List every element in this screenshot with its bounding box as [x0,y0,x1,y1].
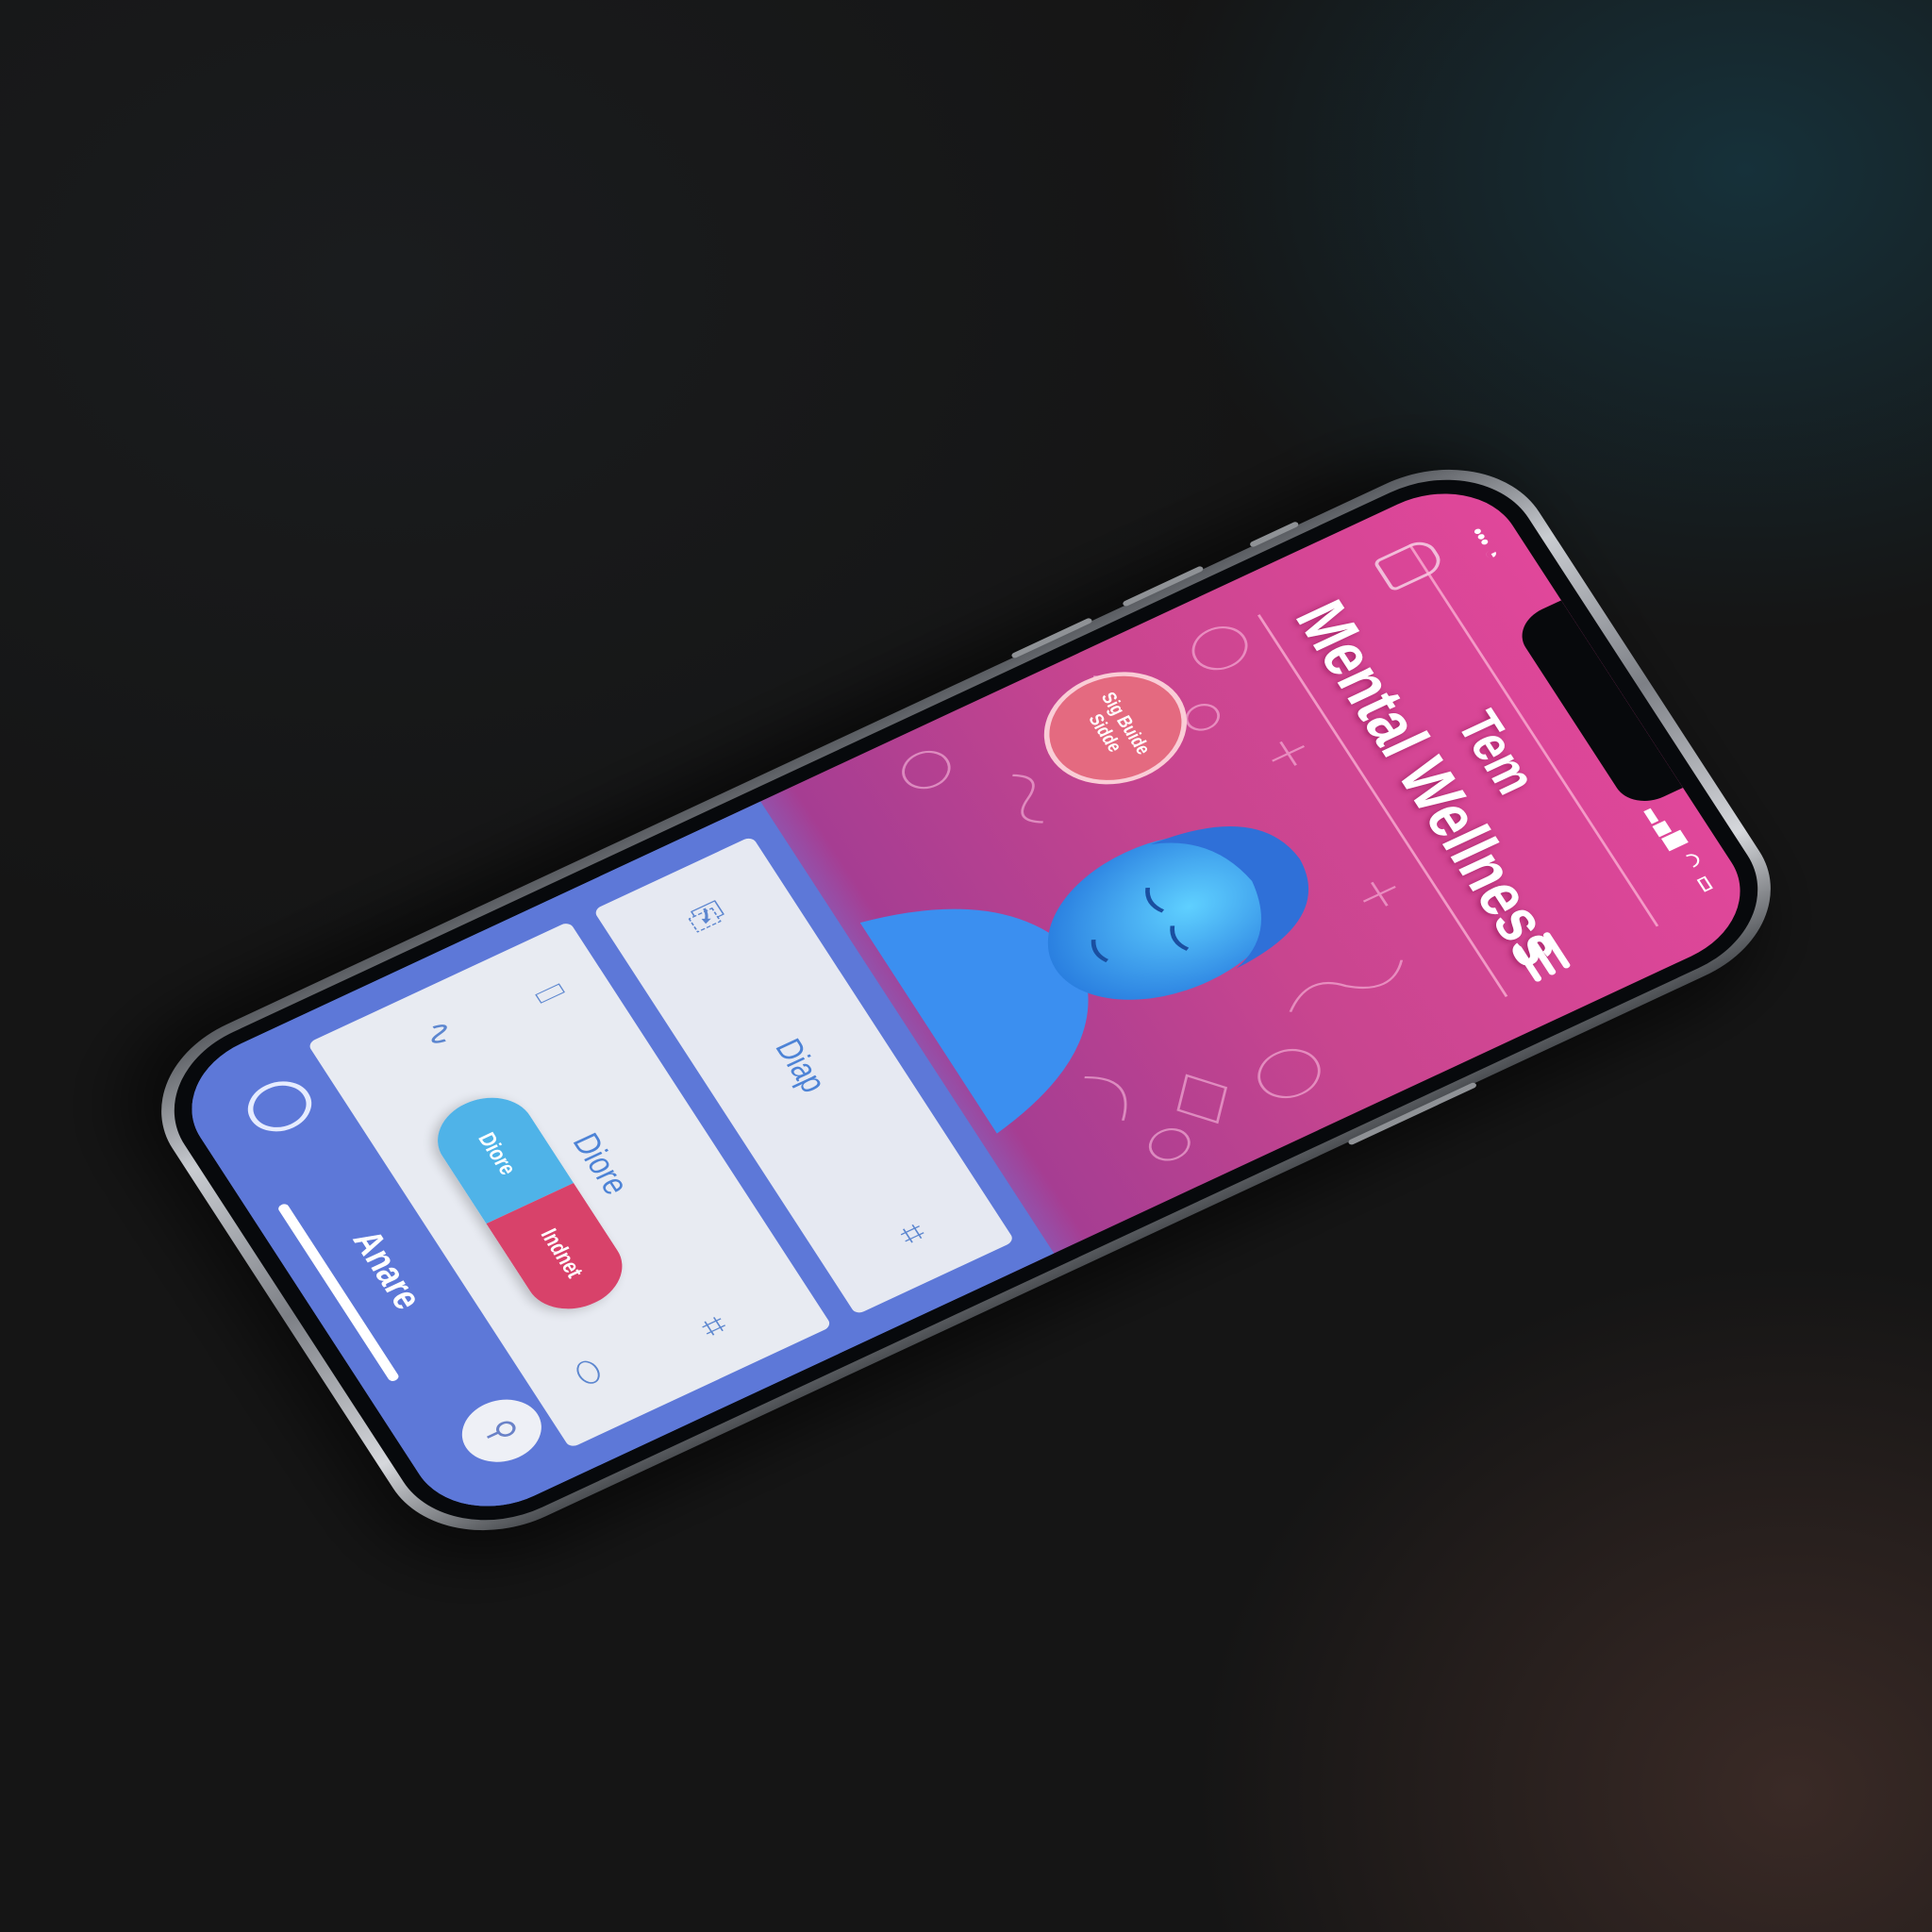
stethoscope-icon: ∿ [413,1013,467,1054]
pill-icon: ⬭ [561,1352,615,1392]
scene: ••• ◔ ▂▄▆ ◠ ▭ Tem Mental Wellness Sig Bu… [0,0,1932,1932]
phone: ••• ◔ ▂▄▆ ◠ ▭ Tem Mental Wellness Sig Bu… [84,423,1809,1599]
clipboard-icon: ⎘ [679,896,733,936]
option-card-label: Diap [767,1033,834,1098]
puzzle-icon: ⌗ [690,1309,739,1343]
app-screen: ••• ◔ ▂▄▆ ◠ ▭ Tem Mental Wellness Sig Bu… [162,468,1770,1532]
status-bar-left: ••• ◔ [1464,523,1507,564]
bottle-icon: ⌷ [525,976,575,1011]
puzzle-icon: ⌗ [888,1217,937,1251]
